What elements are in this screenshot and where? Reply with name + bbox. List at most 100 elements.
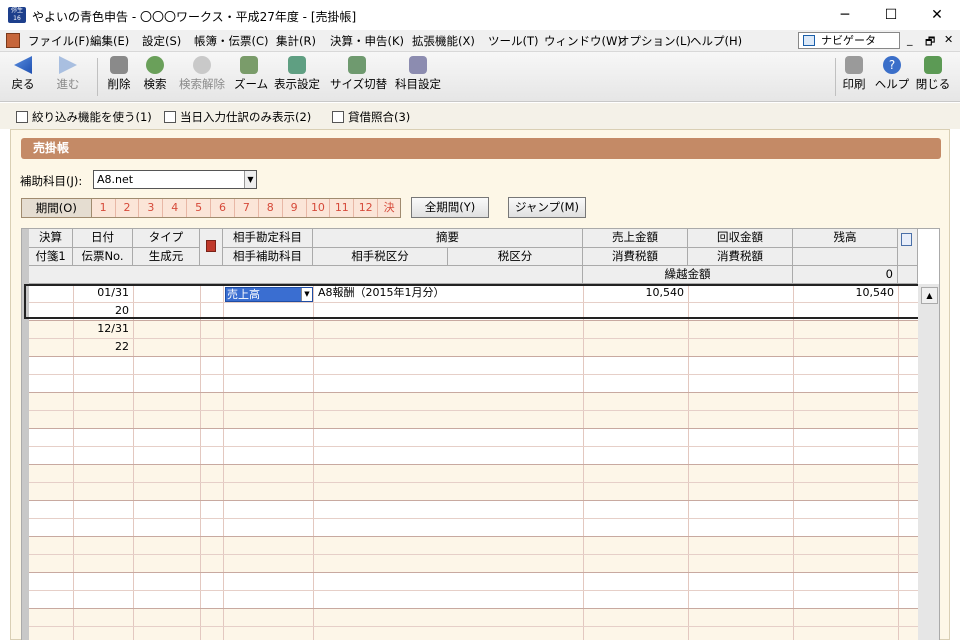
minimize-button[interactable]: ─ bbox=[822, 0, 868, 30]
grid-line bbox=[29, 356, 918, 357]
zoom-button[interactable]: ズーム bbox=[234, 56, 268, 92]
month-closing[interactable]: 決 bbox=[378, 199, 400, 217]
search-button[interactable]: 検索 bbox=[140, 56, 170, 92]
mdi-close-button[interactable]: ✕ bbox=[944, 33, 953, 46]
size-toggle-button[interactable]: サイズ切替 bbox=[330, 56, 387, 92]
menu-closing[interactable]: 決算・申告(K) bbox=[330, 33, 404, 49]
header-collected-tax[interactable]: 消費税額 bbox=[688, 248, 793, 266]
menu-options[interactable]: オプション(L) bbox=[618, 33, 691, 49]
forward-button[interactable]: 進む bbox=[50, 56, 86, 92]
month-1[interactable]: 1 bbox=[92, 199, 116, 217]
account-settings-button[interactable]: 科目設定 bbox=[393, 56, 443, 92]
header-sales[interactable]: 売上金額 bbox=[583, 229, 688, 248]
delete-button[interactable]: 削除 bbox=[104, 56, 134, 92]
chevron-down-icon[interactable]: ▼ bbox=[244, 171, 256, 188]
header-kessan[interactable]: 決算 bbox=[29, 229, 73, 248]
period-button[interactable]: 期間(O) bbox=[22, 199, 92, 217]
all-period-button[interactable]: 全期間(Y) bbox=[411, 197, 489, 218]
carryover-blank bbox=[29, 266, 583, 284]
title-bar: 弥生16 やよいの青色申告 - 〇〇〇ワークス・平成27年度 - [売掛帳] ─… bbox=[0, 0, 960, 30]
menu-books[interactable]: 帳簿・伝票(C) bbox=[194, 33, 269, 49]
menu-window[interactable]: ウィンドウ(W) bbox=[544, 33, 622, 49]
jump-button[interactable]: ジャンプ(M) bbox=[508, 197, 586, 218]
magnifier-icon bbox=[146, 56, 164, 74]
grid-line bbox=[29, 446, 918, 447]
header-date[interactable]: 日付 bbox=[73, 229, 133, 248]
back-button[interactable]: 戻る bbox=[8, 56, 38, 92]
forward-arrow-icon bbox=[59, 56, 77, 74]
grid-line bbox=[29, 590, 918, 591]
door-exit-icon bbox=[924, 56, 942, 74]
maximize-button[interactable]: ☐ bbox=[868, 0, 914, 30]
help-button[interactable]: ? ヘルプ bbox=[874, 56, 910, 92]
today-only-checkbox[interactable]: 当日入力仕訳のみ表示(2) bbox=[164, 109, 311, 125]
header-type[interactable]: タイプ bbox=[133, 229, 200, 248]
close-window-button[interactable]: ✕ bbox=[914, 0, 960, 30]
grid-line bbox=[29, 320, 918, 321]
row-2-slip-no[interactable]: 22 bbox=[73, 338, 133, 355]
filter-checkbox[interactable]: 絞り込み機能を使う(1) bbox=[16, 109, 152, 125]
print-button[interactable]: 印刷 bbox=[840, 56, 868, 92]
row-2-date[interactable]: 12/31 bbox=[73, 320, 133, 337]
header-description[interactable]: 摘要 bbox=[313, 229, 583, 248]
close-ledger-button[interactable]: 閉じる bbox=[915, 56, 951, 92]
vertical-scrollbar[interactable] bbox=[918, 284, 939, 640]
header-source[interactable]: 生成元 bbox=[133, 248, 200, 266]
help-icon: ? bbox=[883, 56, 901, 74]
grid-line bbox=[29, 482, 918, 483]
header-counter-tax[interactable]: 相手税区分 bbox=[313, 248, 448, 266]
header-collected[interactable]: 回収金額 bbox=[688, 229, 793, 248]
header-slip-no[interactable]: 伝票No. bbox=[73, 248, 133, 266]
zoom-icon bbox=[240, 56, 258, 74]
navigator-button[interactable]: ナビゲータ bbox=[798, 32, 900, 49]
grid-line bbox=[29, 536, 918, 537]
header-balance[interactable]: 残高 bbox=[793, 229, 898, 248]
month-11[interactable]: 11 bbox=[330, 199, 355, 217]
menu-help[interactable]: ヘルプ(H) bbox=[690, 33, 742, 49]
month-5[interactable]: 5 bbox=[187, 199, 211, 217]
book-icon bbox=[206, 240, 216, 252]
balance-check-checkbox[interactable]: 貸借照合(3) bbox=[332, 109, 410, 125]
month-8[interactable]: 8 bbox=[259, 199, 283, 217]
trash-icon bbox=[110, 56, 128, 74]
display-settings-icon bbox=[288, 56, 306, 74]
month-2[interactable]: 2 bbox=[116, 199, 140, 217]
menu-settings[interactable]: 設定(S) bbox=[142, 33, 181, 49]
grid-line bbox=[29, 626, 918, 627]
header-fusen[interactable]: 付箋1 bbox=[29, 248, 73, 266]
header-counter-sub[interactable]: 相手補助科目 bbox=[223, 248, 313, 266]
mdi-minimize-button[interactable]: _ bbox=[907, 33, 913, 46]
grid-line bbox=[29, 428, 918, 429]
navigator-icon bbox=[803, 35, 815, 46]
display-settings-button[interactable]: 表示設定 bbox=[271, 56, 323, 92]
memo-icon[interactable] bbox=[901, 233, 912, 246]
menu-totals[interactable]: 集計(R) bbox=[276, 33, 316, 49]
month-3[interactable]: 3 bbox=[139, 199, 164, 217]
sub-account-value: A8.net bbox=[97, 173, 134, 186]
month-12[interactable]: 12 bbox=[354, 199, 379, 217]
clear-search-button[interactable]: 検索解除 bbox=[176, 56, 228, 92]
app-icon: 弥生16 bbox=[8, 7, 26, 23]
document-icon[interactable] bbox=[6, 33, 20, 48]
sub-account-select[interactable]: A8.net ▼ bbox=[93, 170, 257, 189]
scroll-up-icon[interactable]: ▲ bbox=[921, 287, 938, 304]
mdi-restore-button[interactable]: 🗗 bbox=[925, 33, 935, 52]
month-6[interactable]: 6 bbox=[211, 199, 235, 217]
row-background bbox=[29, 608, 918, 640]
menu-extensions[interactable]: 拡張機能(X) bbox=[412, 33, 475, 49]
header-sales-tax[interactable]: 消費税額 bbox=[583, 248, 688, 266]
header-tax[interactable]: 税区分 bbox=[448, 248, 583, 266]
menu-file[interactable]: ファイル(F) bbox=[28, 33, 90, 49]
period-selector: 期間(O) 1 2 3 4 5 6 7 8 9 10 11 12 決 bbox=[21, 198, 401, 218]
header-counter-account[interactable]: 相手勘定科目 bbox=[223, 229, 313, 248]
month-9[interactable]: 9 bbox=[283, 199, 307, 217]
ledger-grid: 決算 日付 タイプ 相手勘定科目 摘要 売上金額 回収金額 残高 付箋1 伝票N… bbox=[21, 228, 940, 640]
month-4[interactable]: 4 bbox=[163, 199, 188, 217]
checkbox-box[interactable] bbox=[332, 111, 344, 123]
menu-edit[interactable]: 編集(E) bbox=[90, 33, 129, 49]
month-7[interactable]: 7 bbox=[235, 199, 259, 217]
menu-tools[interactable]: ツール(T) bbox=[488, 33, 539, 49]
checkbox-box[interactable] bbox=[16, 111, 28, 123]
month-10[interactable]: 10 bbox=[307, 199, 331, 217]
checkbox-box[interactable] bbox=[164, 111, 176, 123]
